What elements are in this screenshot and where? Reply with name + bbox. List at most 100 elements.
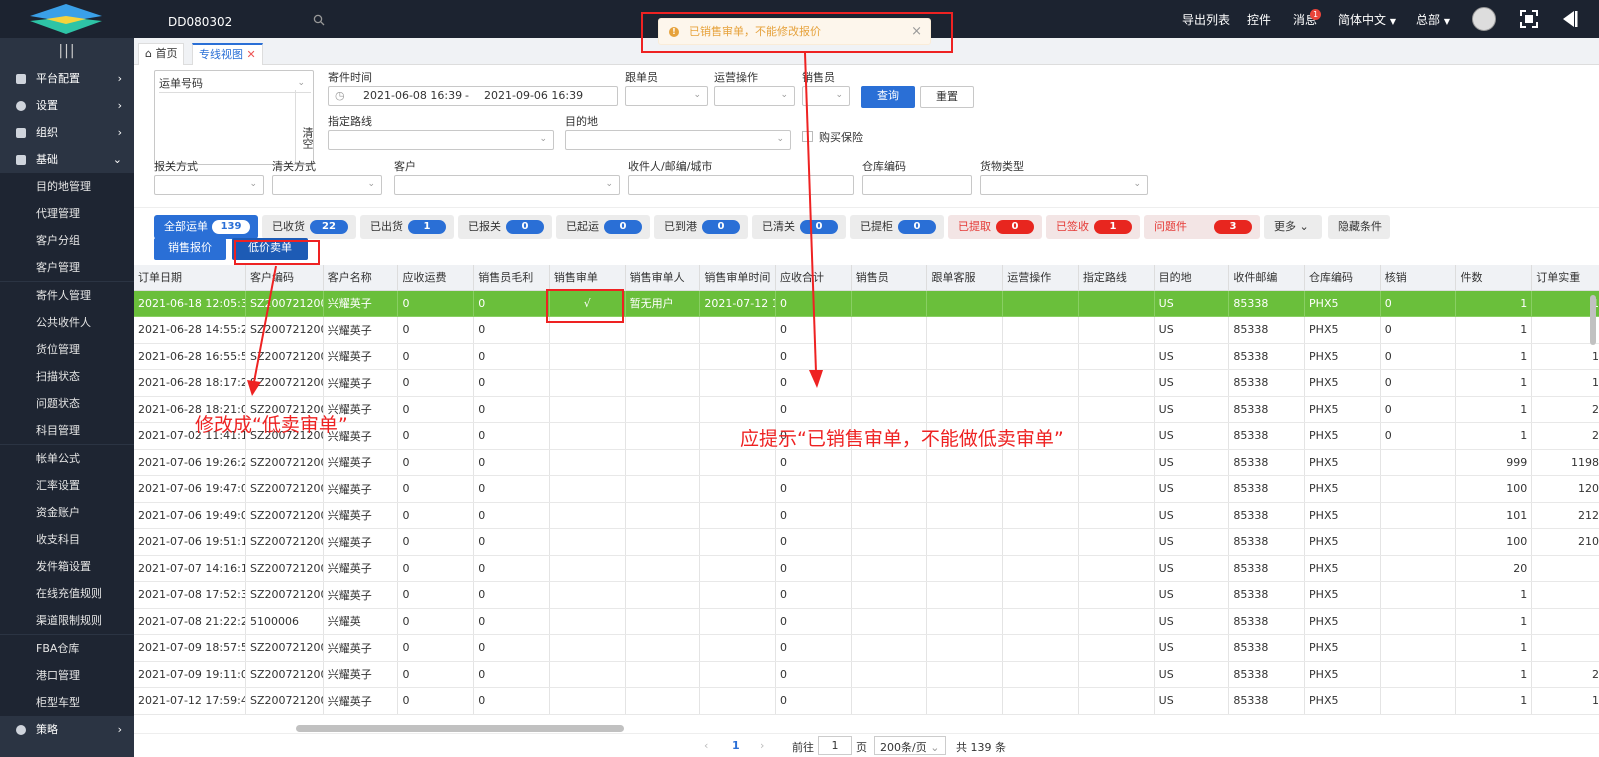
column-header[interactable]: 应收合计	[775, 265, 852, 291]
column-header[interactable]: 客户编码	[245, 265, 324, 291]
waybill-type-select[interactable]: 运单号码 ⌄	[159, 75, 311, 93]
column-header[interactable]: 应收运费	[397, 265, 475, 291]
search-input[interactable]: DD080302	[158, 10, 333, 32]
sidebar-item-platform-config[interactable]: 平台配置 ›	[0, 65, 134, 92]
status-tab[interactable]: 已报关 0	[458, 215, 552, 239]
sidebar-toggle[interactable]: |||	[0, 38, 134, 65]
sidebar-subitem[interactable]: 寄件人管理	[0, 281, 134, 309]
column-header[interactable]: 销售员毛利	[473, 265, 550, 291]
reset-button[interactable]: 重置	[920, 86, 974, 108]
low-price-sale-button[interactable]: 低价卖单	[232, 238, 308, 260]
table-row[interactable]: 2021-07-08 21:22:24 5100006 兴耀英 0 0 0 US 85338 P…	[134, 608, 1599, 635]
tab-line-view[interactable]: 专线视图 ✕	[192, 43, 263, 65]
sidebar-subitem[interactable]: 代理管理	[0, 200, 134, 228]
sidebar-item-settings[interactable]: 设置 ›	[0, 92, 134, 119]
column-header[interactable]: 仓库编码	[1304, 265, 1381, 291]
customs-clear-select[interactable]: ⌄	[272, 175, 382, 195]
page-size-select[interactable]: 200条/页 ⌄	[874, 736, 946, 755]
table-row[interactable]: 2021-06-28 14:55:20SZ2007212000兴耀英子000US…	[134, 316, 1599, 344]
sidebar-subitem[interactable]: 问题状态	[0, 390, 134, 418]
sidebar-subitem[interactable]: 渠道限制规则	[0, 607, 134, 635]
column-header[interactable]: 跟单客服	[926, 265, 1004, 291]
sidebar-subitem[interactable]: 柜型车型	[0, 688, 134, 716]
sidebar-item-strategy[interactable]: 策略 ›	[0, 716, 134, 743]
sidebar-subitem[interactable]: 货位管理	[0, 335, 134, 363]
sidebar-subitem[interactable]: 客户管理	[0, 254, 134, 282]
close-icon[interactable]: ✕	[247, 48, 256, 61]
insurance-checkbox[interactable]	[802, 131, 813, 142]
table-row[interactable]: 2021-06-28 18:17:25SZ2007212000兴耀英子000US…	[134, 369, 1599, 397]
hide-conditions-button[interactable]: 隐藏条件	[1328, 215, 1390, 239]
column-header[interactable]: 指定路线	[1078, 265, 1155, 291]
goods-type-select[interactable]: ⌄	[980, 175, 1148, 195]
collapse-panel-icon[interactable]	[1560, 10, 1578, 28]
column-header[interactable]: 目的地	[1154, 265, 1230, 291]
sidebar-subitem[interactable]: 帐单公式	[0, 444, 134, 472]
avatar[interactable]	[1472, 7, 1496, 31]
table-row[interactable]: 2021-07-12 17:59:44SZ2007212000兴耀英子000US…	[134, 687, 1599, 715]
receiver-input[interactable]	[628, 175, 854, 195]
sidebar-subitem[interactable]: 目的地管理	[0, 173, 134, 200]
prev-page-icon[interactable]: ‹	[704, 739, 708, 752]
table-row[interactable]: 2021-06-28 16:55:55SZ2007212000兴耀英子000US…	[134, 343, 1599, 370]
status-tab[interactable]: 已起运 0	[556, 215, 650, 239]
fullscreen-icon[interactable]	[1520, 10, 1538, 28]
sidebar-subitem[interactable]: 公共收件人	[0, 308, 134, 336]
query-button[interactable]: 查询	[861, 86, 915, 108]
sidebar-item-basic[interactable]: 基础 ⌄	[0, 146, 134, 173]
status-tab[interactable]: 已出货 1	[360, 215, 454, 239]
follower-select[interactable]: ⌄	[625, 86, 708, 106]
table-row[interactable]: 2021-06-18 12:05:30SZ2007212000兴耀英子00√暂无…	[134, 290, 1599, 317]
horizontal-scrollbar[interactable]	[296, 725, 624, 732]
sidebar-subitem[interactable]: 发件箱设置	[0, 553, 134, 581]
warehouse-input[interactable]	[862, 175, 972, 195]
waybill-textarea[interactable]: 运单号码 ⌄	[154, 70, 314, 165]
column-header[interactable]: 运营操作	[1002, 265, 1079, 291]
ops-select[interactable]: ⌄	[714, 86, 795, 106]
date-range-picker[interactable]: ◷ 2021-06-08 16:39 - 2021-09-06 16:39	[328, 86, 618, 106]
next-page-icon[interactable]: ›	[760, 739, 764, 752]
status-tab[interactable]: 已提柜 0	[850, 215, 944, 239]
status-tab[interactable]: 已到港 0	[654, 215, 748, 239]
sidebar-subitem[interactable]: 客户分组	[0, 227, 134, 255]
search-icon[interactable]	[313, 14, 325, 26]
more-dropdown[interactable]: 更多 ⌄	[1264, 215, 1322, 239]
column-header[interactable]: 销售审单人	[625, 265, 701, 291]
status-tab[interactable]: 已签收 1	[1046, 215, 1140, 239]
org-dropdown[interactable]: 总部 ▼	[1416, 11, 1450, 28]
destination-select[interactable]: ⌄	[565, 130, 791, 150]
table-row[interactable]: 2021-07-09 18:57:57SZ2007212000兴耀英子000US…	[134, 634, 1599, 662]
table-row[interactable]: 2021-07-06 19:47:07SZ2007212000兴耀英子000US…	[134, 475, 1599, 503]
sidebar-subitem[interactable]: 在线充值规则	[0, 580, 134, 608]
column-header[interactable]: 销售审单时间	[699, 265, 777, 291]
column-header[interactable]: 核销	[1380, 265, 1457, 291]
table-row[interactable]: 2021-07-07 14:16:19SZ2007212000兴耀英子000US…	[134, 555, 1599, 582]
column-header[interactable]: 客户名称	[323, 265, 399, 291]
table-row[interactable]: 2021-07-06 19:49:04SZ2007212000兴耀英子000US…	[134, 502, 1599, 529]
language-dropdown[interactable]: 简体中文 ▼	[1338, 11, 1396, 28]
clear-button[interactable]: 清空	[295, 90, 315, 165]
column-header[interactable]: 件数	[1455, 265, 1533, 291]
route-select[interactable]: ⌄	[328, 130, 554, 150]
table-row[interactable]: 2021-07-06 19:26:25SZ2007212000兴耀英子000US…	[134, 449, 1599, 476]
table-row[interactable]: 2021-06-28 18:21:09SZ2007212000兴耀英子000US…	[134, 396, 1599, 423]
status-tab[interactable]: 全部运单 139	[154, 215, 258, 239]
close-icon[interactable]: ×	[911, 19, 922, 44]
sidebar-subitem[interactable]: FBA仓库	[0, 634, 134, 662]
table-row[interactable]: 2021-07-09 19:11:02SZ2007212000兴耀英子000US…	[134, 661, 1599, 688]
salesperson-select[interactable]: ⌄	[802, 86, 850, 106]
customer-select[interactable]: ⌄	[394, 175, 620, 195]
status-tab[interactable]: 已提取 0	[948, 215, 1042, 239]
current-page[interactable]: 1	[732, 739, 740, 752]
column-header[interactable]: 订单实重	[1531, 265, 1599, 291]
goto-page-input[interactable]: 1	[818, 736, 852, 755]
sidebar-subitem[interactable]: 港口管理	[0, 661, 134, 689]
sidebar-subitem[interactable]: 资金账户	[0, 498, 134, 526]
sales-quote-button[interactable]: 销售报价	[154, 238, 226, 260]
tab-home[interactable]: ⌂ 首页	[138, 43, 185, 65]
column-header[interactable]: 销售员	[851, 265, 928, 291]
status-tab[interactable]: 已收货 22	[262, 215, 356, 239]
sidebar-subitem[interactable]: 汇率设置	[0, 471, 134, 499]
vertical-scrollbar[interactable]	[1590, 295, 1596, 345]
sidebar-item-organization[interactable]: 组织 ›	[0, 119, 134, 146]
